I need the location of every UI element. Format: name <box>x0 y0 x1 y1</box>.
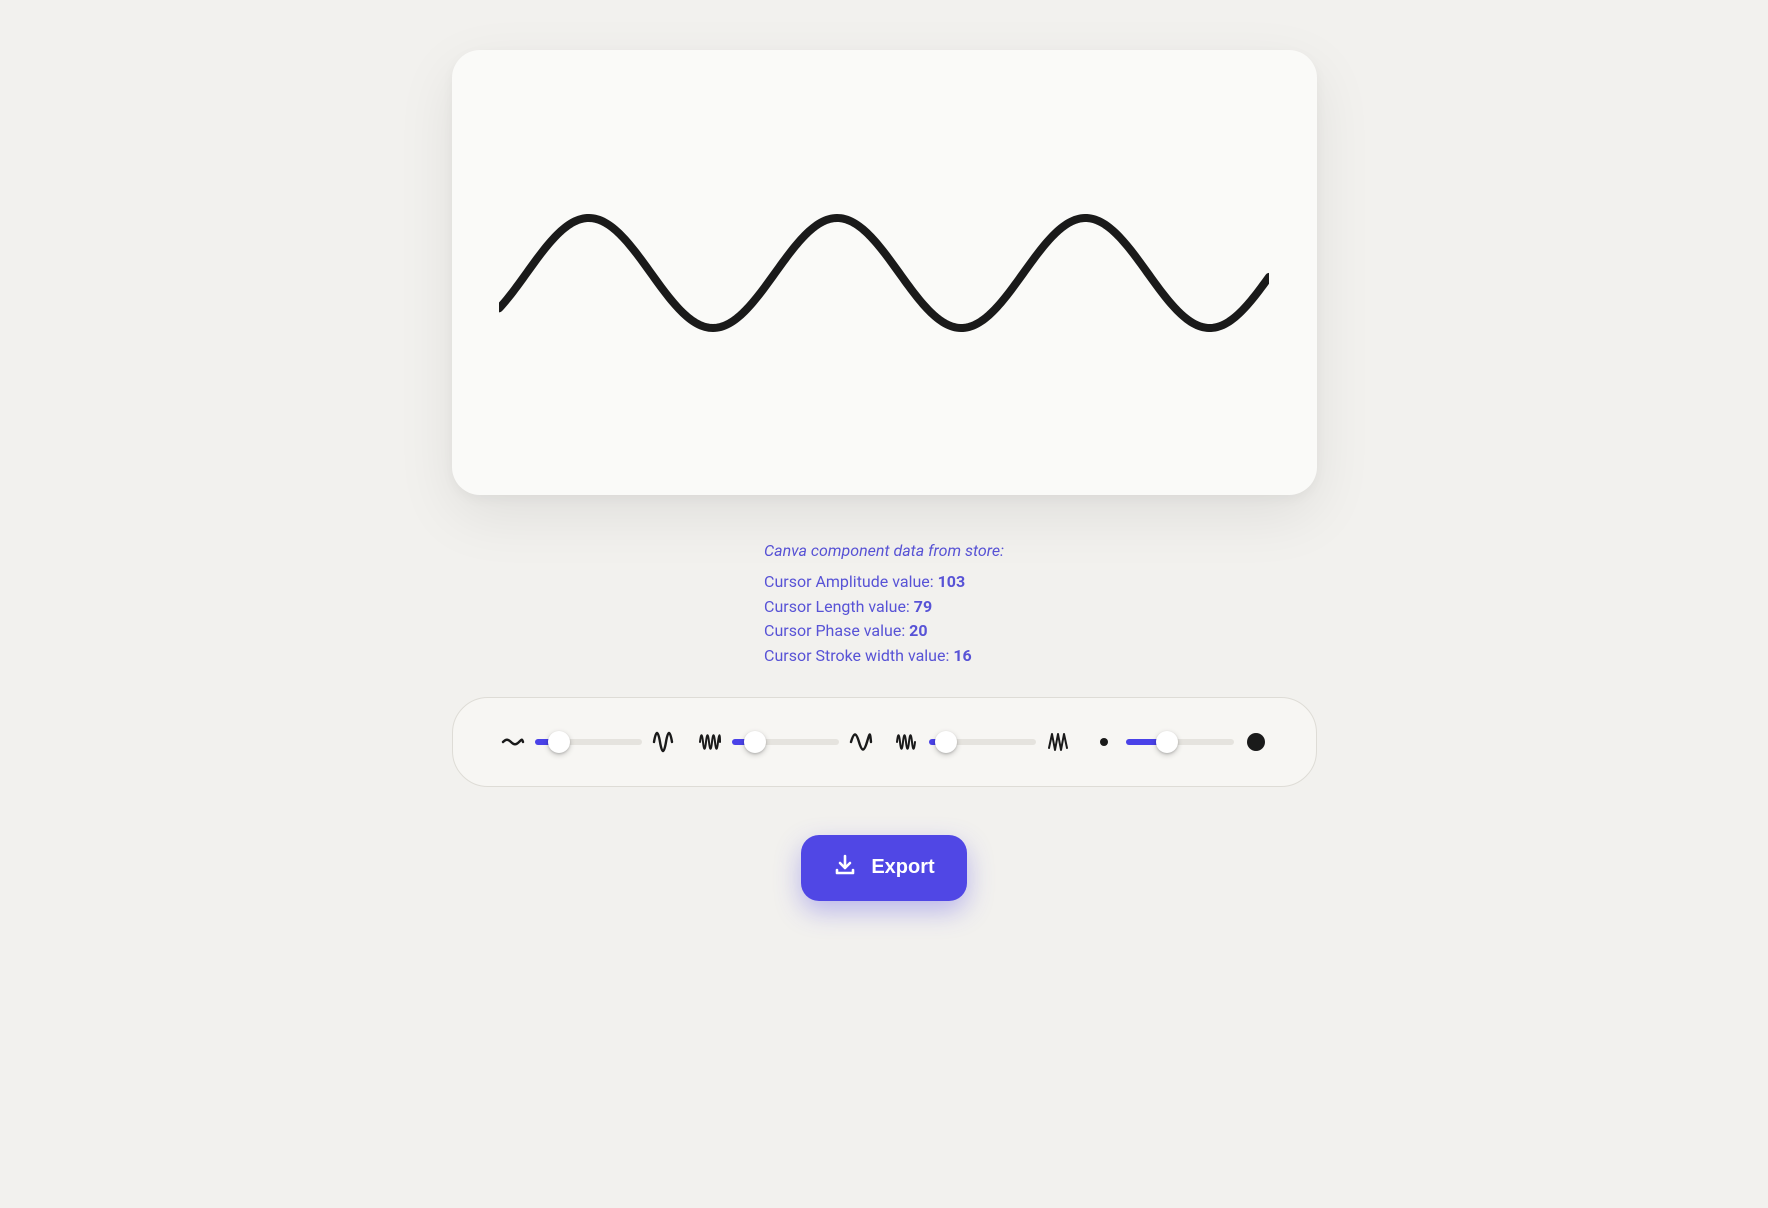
amplitude-slider-group <box>501 730 676 754</box>
length-slider-group <box>698 730 873 754</box>
data-row-stroke: Cursor Stroke width value: 16 <box>764 644 1004 669</box>
length-slider[interactable] <box>732 739 839 745</box>
wave-long-length-icon <box>849 730 873 754</box>
amplitude-slider[interactable] <box>535 739 642 745</box>
data-value: 79 <box>914 597 932 616</box>
data-label: Cursor Length value: <box>764 597 914 616</box>
data-label: Cursor Amplitude value: <box>764 572 938 591</box>
wave-high-amplitude-icon <box>652 730 676 754</box>
phase-slider[interactable] <box>929 739 1036 745</box>
wave-low-amplitude-icon <box>501 730 525 754</box>
export-button[interactable]: Export <box>801 835 966 901</box>
store-data-title: Canva component data from store: <box>764 539 1004 564</box>
data-label: Cursor Stroke width value: <box>764 646 953 665</box>
wave-canvas <box>452 50 1317 495</box>
phase-slider-group <box>895 730 1070 754</box>
stroke-slider-thumb[interactable] <box>1156 731 1178 753</box>
controls-panel <box>452 697 1317 787</box>
download-icon <box>833 853 857 883</box>
length-slider-thumb[interactable] <box>744 731 766 753</box>
data-row-length: Cursor Length value: 79 <box>764 595 1004 620</box>
phase-slider-thumb[interactable] <box>935 731 957 753</box>
wave-short-length-icon <box>698 730 722 754</box>
stroke-slider-group <box>1092 730 1267 754</box>
data-row-phase: Cursor Phase value: 20 <box>764 619 1004 644</box>
amplitude-slider-thumb[interactable] <box>548 731 570 753</box>
wave-phase-low-icon <box>895 730 919 754</box>
stroke-thick-icon <box>1244 730 1268 754</box>
data-value: 20 <box>909 621 927 640</box>
export-button-label: Export <box>871 856 934 879</box>
wave-phase-high-icon <box>1046 730 1070 754</box>
stroke-thin-icon <box>1092 730 1116 754</box>
data-value: 16 <box>953 646 971 665</box>
data-label: Cursor Phase value: <box>764 621 909 640</box>
wave-preview <box>499 173 1269 373</box>
data-value: 103 <box>938 572 966 591</box>
stroke-slider[interactable] <box>1126 739 1233 745</box>
store-data-readout: Canva component data from store: Cursor … <box>764 539 1004 669</box>
data-row-amplitude: Cursor Amplitude value: 103 <box>764 570 1004 595</box>
